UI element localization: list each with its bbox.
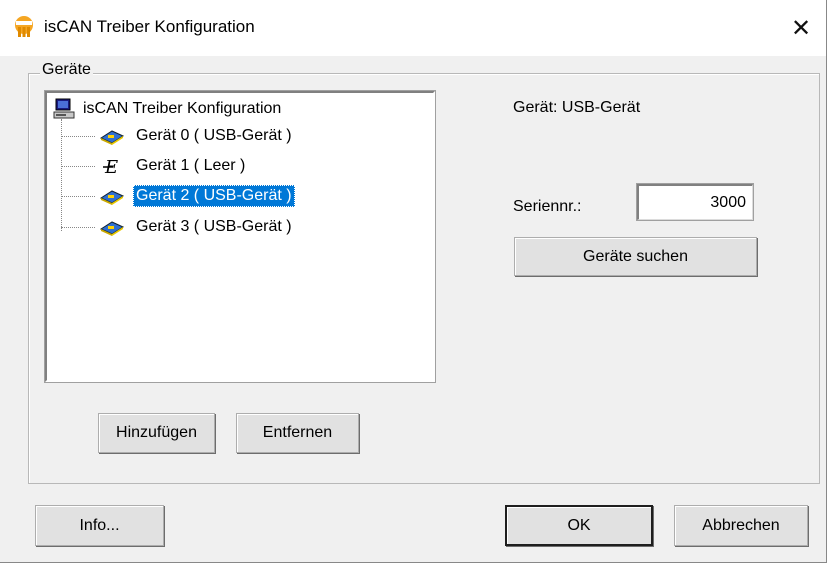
ok-button[interactable]: OK [505,505,653,546]
window-title: isCAN Treiber Konfiguration [44,17,255,36]
app-icon [15,16,33,37]
tree-connector [61,196,95,197]
tree-item-device-1[interactable]: E Gerät 1 ( Leer ) [99,155,248,177]
close-button[interactable]: ✕ [776,0,826,56]
title-bar[interactable]: isCAN Treiber Konfiguration ✕ [0,0,826,56]
search-devices-button[interactable]: Geräte suchen [514,237,757,276]
tree-root-node[interactable]: isCAN Treiber Konfiguration [53,97,281,121]
devices-group-label: Geräte [40,61,93,79]
tree-connector [61,136,95,137]
tree-item-device-2[interactable]: Gerät 2 ( USB-Gerät ) [99,185,295,207]
tree-item-label: Gerät 3 ( USB-Gerät ) [136,218,292,235]
computer-icon [53,98,75,119]
device-type-label: Gerät: USB-Gerät [513,99,641,116]
usb-device-icon [99,190,125,205]
device-tree[interactable]: isCAN Treiber Konfiguration Gerät 0 ( US… [44,90,436,383]
remove-button[interactable]: Entfernen [236,413,359,453]
info-button[interactable]: Info... [35,505,164,546]
tree-connector [61,166,95,167]
tree-root-label: isCAN Treiber Konfiguration [83,100,282,117]
tree-item-label: Gerät 2 ( USB-Gerät ) [133,185,295,207]
svg-text:E: E [104,157,118,175]
tree-item-device-3[interactable]: Gerät 3 ( USB-Gerät ) [99,216,295,238]
close-icon: ✕ [790,14,812,42]
dialog-window: isCAN Treiber Konfiguration ✕ Geräte isC… [0,0,827,563]
add-button[interactable]: Hinzufügen [98,413,215,453]
usb-device-icon [99,221,125,236]
serial-label: Seriennr.: [513,198,582,215]
tree-item-device-0[interactable]: Gerät 0 ( USB-Gerät ) [99,125,295,147]
tree-item-label: Gerät 0 ( USB-Gerät ) [136,127,292,144]
tree-connector [61,227,95,228]
serial-number-input[interactable] [636,183,754,221]
cancel-button[interactable]: Abbrechen [674,505,808,546]
tree-item-label: Gerät 1 ( Leer ) [136,157,246,174]
empty-device-icon: E [103,157,118,175]
usb-device-icon [99,130,125,145]
